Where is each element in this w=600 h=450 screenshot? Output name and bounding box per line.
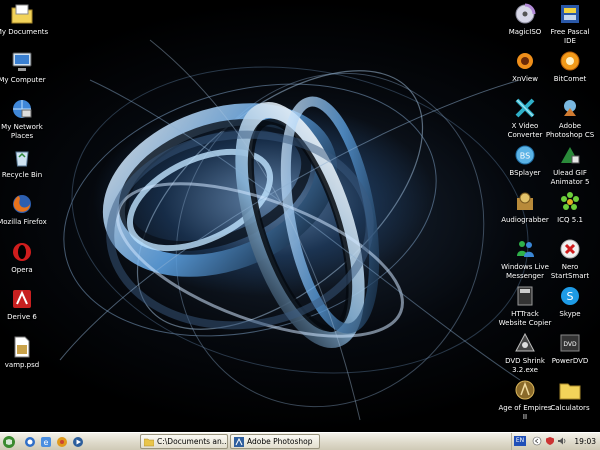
computer-icon	[12, 52, 32, 71]
desktop-icon-label: ICQ 5.1	[557, 216, 583, 224]
pascal-icon	[561, 5, 579, 23]
taskbar-button-photoshop[interactable]: Adobe Photoshop	[230, 434, 320, 449]
audiograbber-icon	[517, 192, 533, 210]
desktop-icon-label: vamp.psd	[4, 360, 40, 369]
disc-icon	[515, 3, 536, 24]
svg-text:S: S	[567, 290, 574, 303]
desktop-icon-label: BitComet	[553, 75, 587, 83]
desktop-icon-vamp-psd[interactable]: vamp.psd	[0, 333, 54, 393]
taskbar: e C:\Documents an... Adobe Photoshop EN …	[0, 432, 600, 450]
quicklaunch-icq-icon[interactable]	[56, 436, 68, 448]
desktop-icon-label: Calculators	[550, 404, 590, 412]
nero-icon	[560, 239, 580, 259]
language-indicator[interactable]: EN	[514, 436, 526, 446]
quicklaunch-ie-icon[interactable]: e	[40, 436, 52, 448]
tray-back-icon[interactable]	[532, 436, 542, 446]
video-converter-icon	[515, 98, 535, 118]
firefox-icon	[13, 195, 31, 213]
httrack-icon	[517, 286, 533, 306]
ulead-icon	[561, 147, 580, 164]
quicklaunch-explorer-icon[interactable]	[24, 436, 36, 448]
recycle-bin-icon	[15, 151, 29, 166]
desktop-icon-label: Opera	[11, 265, 33, 274]
bsplayer-icon: BS	[515, 145, 535, 165]
desktop-icon-label: Recycle Bin	[1, 170, 43, 179]
psd-file-icon	[14, 336, 30, 357]
tray-security-icon[interactable]	[545, 436, 555, 446]
clock[interactable]: 19:03	[574, 433, 596, 450]
desktop-icon-label: Ulead GIF Animator 5	[550, 169, 590, 186]
dvd-shrink-icon	[515, 332, 535, 352]
derive-icon	[13, 290, 31, 308]
desktop-icon-calculators[interactable]: Calculators	[538, 376, 600, 432]
messenger-icon	[517, 241, 534, 257]
tray-volume-icon[interactable]	[557, 436, 567, 446]
taskbar-button-explorer[interactable]: C:\Documents an...	[140, 434, 228, 449]
desktop-icon-label: Free Pascal IDE	[550, 28, 590, 45]
quicklaunch-media-icon[interactable]	[72, 436, 84, 448]
xnview-icon	[517, 53, 533, 69]
desktop-icon-label: Skype	[559, 310, 581, 318]
icq-flower-icon	[561, 192, 579, 210]
folder-icon	[144, 438, 154, 447]
desktop-icon-label: Mozilla Firefox	[0, 218, 47, 226]
photoshop-icon	[234, 437, 244, 447]
desktop[interactable]: My Documents My Computer My Network Places…	[0, 0, 600, 432]
opera-icon	[13, 242, 31, 261]
photoshop-icon	[564, 100, 576, 116]
desktop-icon-label: Adobe Photoshop CS	[545, 122, 595, 139]
taskbar-button-label: C:\Documents an...	[157, 437, 228, 446]
skype-icon: S	[561, 287, 579, 305]
age-of-empires-icon	[515, 380, 535, 400]
powerdvd-icon: DVD	[560, 334, 580, 352]
svg-text:DVD: DVD	[563, 341, 577, 348]
desktop-icon-label: My Computer	[0, 75, 46, 84]
folder-icon	[559, 383, 581, 400]
desktop-icon-label: My Network Places	[1, 123, 43, 140]
desktop-icon-label: PowerDVD	[551, 357, 589, 365]
system-tray: EN 19:03	[511, 433, 600, 450]
svg-text:BS: BS	[520, 152, 530, 161]
start-button-icon[interactable]	[2, 435, 16, 449]
svg-text:e: e	[44, 438, 49, 447]
desktop-icon-label: My Documents	[0, 28, 49, 36]
folder-documents-icon	[11, 4, 33, 24]
desktop-icon-label: Nero StartSmart	[550, 263, 590, 280]
taskbar-button-label: Adobe Photoshop	[247, 437, 313, 446]
desktop-icon-label: Derive 6	[7, 313, 37, 321]
bitcomet-icon	[560, 51, 580, 71]
network-icon	[13, 100, 32, 118]
